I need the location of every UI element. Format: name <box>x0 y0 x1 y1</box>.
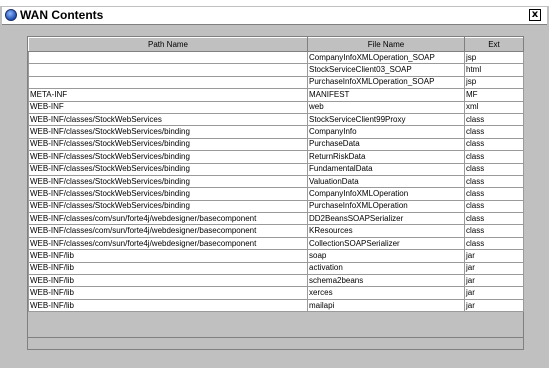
cell-file-name: DD2BeansSOAPSerializer <box>307 212 465 226</box>
table-row[interactable]: WEB-INF/lib soap jar <box>28 249 524 263</box>
cell-file-name: xerces <box>307 286 465 300</box>
table-row[interactable]: WEB-INF/classes/StockWebServices/binding… <box>28 199 524 214</box>
top-strip <box>0 0 549 6</box>
contents-table: Path Name File Name Ext CompanyInfoXMLOp… <box>28 37 524 313</box>
close-icon[interactable]: x <box>529 9 541 21</box>
cell-file-name: CompanyInfoXMLOperation_SOAP <box>307 50 465 65</box>
table-row[interactable]: WEB-INF/classes/StockWebServices/binding… <box>28 174 524 189</box>
table-row[interactable]: WEB-INF/classes/com/sun/forte4j/webdesig… <box>28 224 524 238</box>
cell-ext: xml <box>464 100 524 114</box>
cell-ext: jsp <box>464 75 524 90</box>
cell-file-name: mailapi <box>307 298 465 313</box>
cell-file-name: CompanyInfo <box>307 125 465 139</box>
cell-file-name: schema2beans <box>307 274 465 288</box>
table-body: CompanyInfoXMLOperation_SOAP jsp StockServ… <box>28 50 524 313</box>
cell-ext: MF <box>464 88 524 102</box>
cell-file-name: PurchaseInfoXMLOperation <box>307 199 465 214</box>
table-row[interactable]: PurchaseInfoXMLOperation_SOAP jsp <box>28 75 524 90</box>
cell-file-name: CompanyInfoXMLOperation <box>307 187 465 201</box>
cell-file-name: MANIFEST <box>307 88 465 102</box>
table-panel: Path Name File Name Ext CompanyInfoXMLOp… <box>27 36 524 350</box>
table-row[interactable]: WEB-INF/lib schema2beans jar <box>28 274 524 288</box>
table-row[interactable]: WEB-INF/classes/StockWebServices/binding… <box>28 162 524 176</box>
column-header-file-name[interactable]: File Name <box>307 37 465 52</box>
cell-ext: class <box>464 125 524 139</box>
cell-ext: class <box>464 174 524 189</box>
table-row[interactable]: WEB-INF web xml <box>28 100 524 114</box>
cell-path-name: WEB-INF <box>28 100 308 114</box>
column-header-path-name[interactable]: Path Name <box>28 37 308 52</box>
cell-path-name: WEB-INF/classes/com/sun/forte4j/webdesig… <box>28 224 308 238</box>
cell-path-name: WEB-INF/classes/StockWebServices/binding <box>28 150 308 164</box>
cell-ext: jar <box>464 261 524 276</box>
cell-path-name <box>28 63 308 77</box>
cell-path-name: WEB-INF/classes/com/sun/forte4j/webdesig… <box>28 212 308 226</box>
window-title: WAN Contents <box>20 8 104 22</box>
table-row[interactable]: WEB-INF/lib xerces jar <box>28 286 524 300</box>
cell-path-name: WEB-INF/classes/StockWebServices/binding <box>28 187 308 201</box>
cell-file-name: CollectionSOAPSerializer <box>307 236 465 251</box>
cell-path-name: WEB-INF/classes/StockWebServices/binding <box>28 125 308 139</box>
cell-ext: html <box>464 63 524 77</box>
cell-path-name: WEB-INF/classes/StockWebServices/binding <box>28 162 308 176</box>
cell-file-name: FundamentalData <box>307 162 465 176</box>
cell-path-name: WEB-INF/classes/StockWebServices/binding <box>28 137 308 152</box>
cell-ext: jar <box>464 286 524 300</box>
cell-path-name: META-INF <box>28 88 308 102</box>
globe-icon <box>5 9 17 21</box>
cell-file-name: web <box>307 100 465 114</box>
table-row[interactable]: META-INF MANIFEST MF <box>28 88 524 102</box>
cell-file-name: PurchaseInfoXMLOperation_SOAP <box>307 75 465 90</box>
cell-path-name: WEB-INF/lib <box>28 298 308 313</box>
table-row[interactable]: StockServiceClient03_SOAP html <box>28 63 524 77</box>
table-row[interactable]: WEB-INF/classes/com/sun/forte4j/webdesig… <box>28 212 524 226</box>
cell-path-name <box>28 75 308 90</box>
cell-ext: class <box>464 212 524 226</box>
table-row[interactable]: WEB-INF/classes/StockWebServices/binding… <box>28 150 524 164</box>
cell-ext: class <box>464 187 524 201</box>
cell-file-name: KResources <box>307 224 465 238</box>
table-row[interactable]: WEB-INF/classes/StockWebServices/binding… <box>28 137 524 152</box>
cell-ext: class <box>464 150 524 164</box>
cell-file-name: soap <box>307 249 465 263</box>
cell-ext: jar <box>464 298 524 313</box>
horizontal-scrollbar[interactable] <box>28 337 523 349</box>
cell-path-name: WEB-INF/lib <box>28 261 308 276</box>
cell-path-name: WEB-INF/classes/StockWebServices <box>28 112 308 127</box>
cell-path-name: WEB-INF/lib <box>28 249 308 263</box>
cell-path-name: WEB-INF/lib <box>28 286 308 300</box>
cell-file-name: ValuationData <box>307 174 465 189</box>
wan-contents-window: WAN Contents x Path Name File Name Ext C… <box>0 0 549 368</box>
cell-path-name: WEB-INF/lib <box>28 274 308 288</box>
cell-file-name: StockServiceClient03_SOAP <box>307 63 465 77</box>
cell-ext: jsp <box>464 50 524 65</box>
cell-ext: class <box>464 224 524 238</box>
table-row[interactable]: WEB-INF/classes/StockWebServices/binding… <box>28 187 524 201</box>
cell-ext: class <box>464 236 524 251</box>
cell-ext: jar <box>464 249 524 263</box>
table-row[interactable]: CompanyInfoXMLOperation_SOAP jsp <box>28 50 524 65</box>
table-row[interactable]: WEB-INF/lib mailapi jar <box>28 298 524 313</box>
cell-ext: class <box>464 112 524 127</box>
cell-ext: class <box>464 162 524 176</box>
column-header-ext[interactable]: Ext <box>464 37 524 52</box>
cell-file-name: activation <box>307 261 465 276</box>
cell-path-name <box>28 50 308 65</box>
cell-ext: class <box>464 199 524 214</box>
table-row[interactable]: WEB-INF/lib activation jar <box>28 261 524 276</box>
cell-ext: class <box>464 137 524 152</box>
cell-path-name: WEB-INF/classes/StockWebServices/binding <box>28 174 308 189</box>
title-bar[interactable]: WAN Contents x <box>2 7 547 25</box>
cell-file-name: StockServiceClient99Proxy <box>307 112 465 127</box>
table-row[interactable]: WEB-INF/classes/StockWebServices StockSer… <box>28 112 524 127</box>
table-row[interactable]: WEB-INF/classes/com/sun/forte4j/webdesig… <box>28 236 524 251</box>
table-header-row: Path Name File Name Ext <box>28 37 524 52</box>
cell-path-name: WEB-INF/classes/StockWebServices/binding <box>28 199 308 214</box>
cell-file-name: ReturnRiskData <box>307 150 465 164</box>
cell-ext: jar <box>464 274 524 288</box>
cell-file-name: PurchaseData <box>307 137 465 152</box>
cell-path-name: WEB-INF/classes/com/sun/forte4j/webdesig… <box>28 236 308 251</box>
table-row[interactable]: WEB-INF/classes/StockWebServices/binding… <box>28 125 524 139</box>
